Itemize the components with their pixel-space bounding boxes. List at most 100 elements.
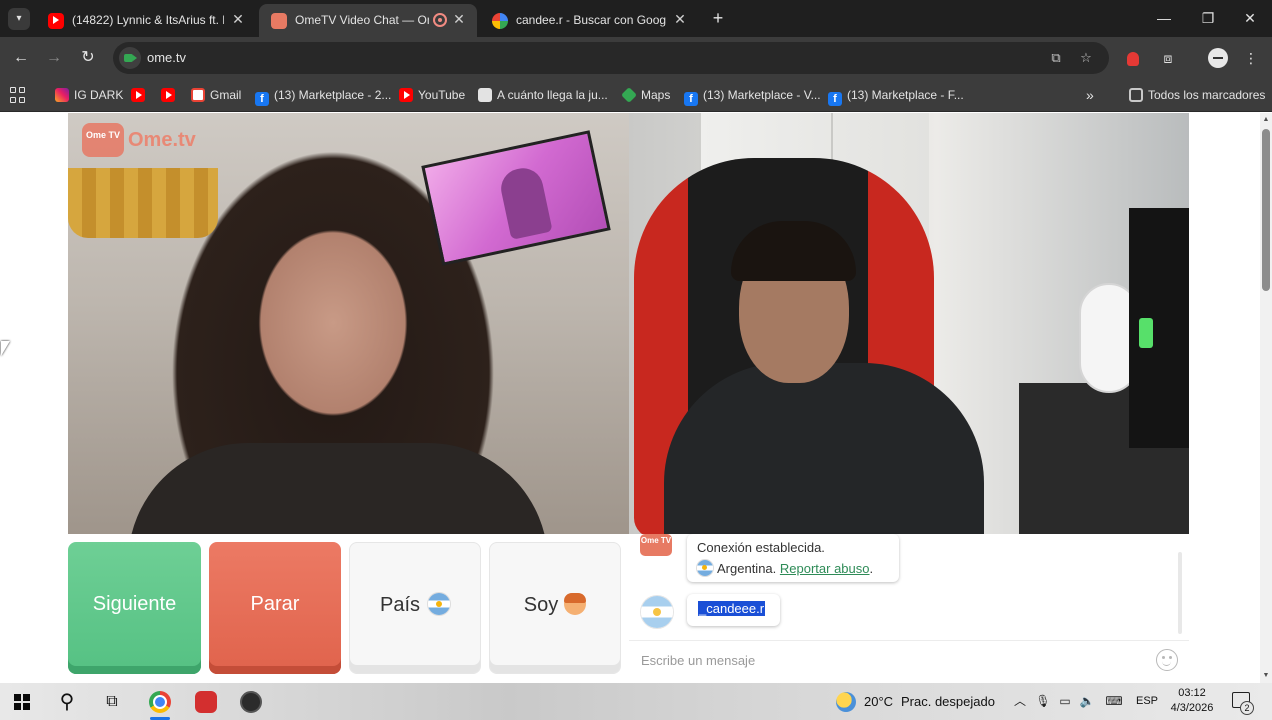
install-app-icon[interactable]: ⧉: [1047, 49, 1065, 67]
page-scrollbar[interactable]: ▲ ▼: [1260, 113, 1272, 683]
clock[interactable]: 03:12 4/3/2026: [1168, 686, 1216, 716]
tab-search-button[interactable]: ▾: [8, 8, 30, 30]
bookmark-a-cuanto[interactable]: A cuánto llega la ju...: [478, 86, 608, 104]
profile-avatar[interactable]: [1208, 48, 1228, 68]
self-video: [629, 113, 1189, 534]
menu-kebab-icon[interactable]: ⋮: [1241, 48, 1261, 68]
weather-desc[interactable]: Prac. despejado: [901, 694, 995, 709]
bookmarks-bar: IG DARK Gmail f (13) Marketplace - 2... Y…: [0, 78, 1272, 112]
bookmark-youtube-2[interactable]: [161, 86, 180, 104]
tab-ometv[interactable]: OmeTV Video Chat — Ome ✕: [259, 4, 477, 37]
chat-panel: Ome TV Conexión establecida. Argentina. …: [629, 534, 1189, 680]
tab-youtube[interactable]: (14822) Lynnic & ItsArius ft. Lilly ✕: [36, 4, 256, 37]
bookmark-marketplace-2[interactable]: f (13) Marketplace - V...: [684, 86, 821, 106]
bookmark-ig-dark[interactable]: IG DARK: [55, 86, 123, 104]
back-arrow-icon[interactable]: ←: [10, 47, 32, 69]
red-app-taskbar-button[interactable]: [193, 689, 219, 715]
gender-button[interactable]: Soy: [489, 542, 621, 674]
facebook-icon: f: [255, 92, 269, 106]
close-icon[interactable]: ✕: [672, 11, 688, 27]
clock-time: 03:12: [1178, 687, 1206, 699]
bookmark-label: (13) Marketplace - F...: [847, 88, 964, 102]
all-bookmarks-folder[interactable]: Todos los marcadores: [1129, 86, 1265, 104]
ometv-icon: [271, 13, 287, 29]
notification-count: 2: [1240, 701, 1254, 715]
chat-scrollbar[interactable]: [1178, 552, 1182, 634]
person-body: [664, 363, 984, 534]
tab-title: (14822) Lynnic & ItsArius ft. Lilly: [72, 13, 224, 27]
stop-button[interactable]: Parar: [209, 542, 341, 674]
report-suffix: .: [869, 561, 874, 576]
emoji-icon[interactable]: [1156, 649, 1178, 671]
recording-icon: [433, 13, 447, 27]
language-indicator[interactable]: ESP: [1136, 695, 1158, 707]
task-view-icon[interactable]: ⧉: [99, 689, 125, 715]
tab-google[interactable]: candee.r - Buscar con Google ✕: [480, 4, 698, 37]
next-button[interactable]: Siguiente: [68, 542, 201, 674]
keyboard-icon[interactable]: ⌨: [1103, 693, 1125, 709]
close-icon[interactable]: ✕: [230, 11, 246, 27]
bookmark-label: (13) Marketplace - 2...: [274, 88, 392, 102]
country-name: Argentina.: [717, 561, 777, 576]
facebook-icon: f: [828, 92, 842, 106]
restore-button[interactable]: ❐: [1188, 6, 1228, 30]
gmail-icon: [191, 88, 205, 102]
bookmark-gmail[interactable]: Gmail: [191, 86, 241, 104]
bookmark-label: (13) Marketplace - V...: [703, 88, 821, 102]
ometv-page: Ome TV Ome.tv Siguiente Parar País Soy O…: [0, 113, 1260, 683]
message-text[interactable]: _candeee.r: [698, 601, 766, 616]
browser-toolbar: ← → ↻ ome.tv ⧉ ☆ ⧈ ⋮: [0, 37, 1272, 78]
ometv-logo-text: Ome.tv: [128, 129, 196, 151]
network-icon[interactable]: ▭: [1057, 693, 1073, 709]
stranger-shirt: [128, 443, 548, 534]
site-info-icon[interactable]: [119, 47, 141, 69]
scroll-down-arrow-icon[interactable]: ▼: [1262, 672, 1270, 680]
bookmark-label: Gmail: [210, 88, 242, 102]
extension-icon[interactable]: [1127, 52, 1139, 66]
close-icon[interactable]: ✕: [451, 11, 467, 27]
chrome-taskbar-button[interactable]: [147, 689, 173, 715]
tab-strip: ▾ (14822) Lynnic & ItsArius ft. Lilly ✕ …: [0, 0, 1272, 37]
background-awning: [68, 168, 218, 238]
folder-icon: [1129, 88, 1143, 102]
new-tab-button[interactable]: +: [708, 8, 728, 28]
weather-icon[interactable]: [836, 692, 856, 712]
microphone-icon[interactable]: 🎙: [1035, 693, 1051, 709]
minimize-button[interactable]: —: [1144, 6, 1184, 30]
search-icon[interactable]: ⚲: [54, 689, 80, 715]
bookmark-youtube[interactable]: YouTube: [399, 86, 465, 104]
start-button[interactable]: [9, 689, 35, 715]
message-input[interactable]: [629, 641, 1149, 679]
close-window-button[interactable]: ✕: [1230, 6, 1270, 30]
bookmark-youtube-1[interactable]: [131, 86, 150, 104]
extensions-puzzle-icon[interactable]: ⧈: [1158, 48, 1178, 68]
obs-taskbar-button[interactable]: [238, 689, 264, 715]
stranger-video: Ome TV Ome.tv: [68, 113, 629, 534]
windows-taskbar: ⚲ ⧉ 20°C Prac. despejado ︿ 🎙 ▭ 🔈 ⌨ ESP 0…: [0, 683, 1272, 720]
scroll-thumb[interactable]: [1262, 129, 1270, 291]
bookmark-maps[interactable]: Maps: [621, 86, 670, 104]
facebook-icon: f: [684, 92, 698, 106]
bookmark-star-icon[interactable]: ☆: [1077, 49, 1095, 67]
system-message: Conexión establecida. Argentina. Reporta…: [687, 534, 899, 582]
tab-title: OmeTV Video Chat — Ome: [295, 13, 429, 27]
maps-icon: [621, 87, 637, 103]
chevron-up-icon[interactable]: ︿: [1012, 693, 1028, 709]
youtube-icon: [399, 88, 413, 102]
bookmark-marketplace-3[interactable]: f (13) Marketplace - F...: [828, 86, 964, 106]
scroll-up-arrow-icon[interactable]: ▲: [1262, 116, 1270, 124]
forward-arrow-icon[interactable]: →: [43, 47, 65, 69]
weather-temp[interactable]: 20°C: [864, 694, 893, 709]
bookmark-label: IG DARK: [74, 88, 124, 102]
volume-icon[interactable]: 🔈: [1079, 693, 1095, 709]
address-bar[interactable]: ome.tv ⧉ ☆: [113, 42, 1109, 74]
reload-icon[interactable]: ↻: [77, 47, 99, 69]
report-abuse-link[interactable]: Reportar abuso: [780, 561, 870, 576]
apps-grid-icon[interactable]: [10, 87, 26, 103]
more-bookmarks-chevron-icon[interactable]: »: [1086, 86, 1094, 104]
stranger-avatar: [641, 596, 673, 628]
bookmark-marketplace-1[interactable]: f (13) Marketplace - 2...: [255, 86, 392, 106]
argentina-flag-icon: [428, 593, 451, 615]
bookmark-label: Todos los marcadores: [1148, 88, 1266, 102]
country-button[interactable]: País: [349, 542, 481, 674]
